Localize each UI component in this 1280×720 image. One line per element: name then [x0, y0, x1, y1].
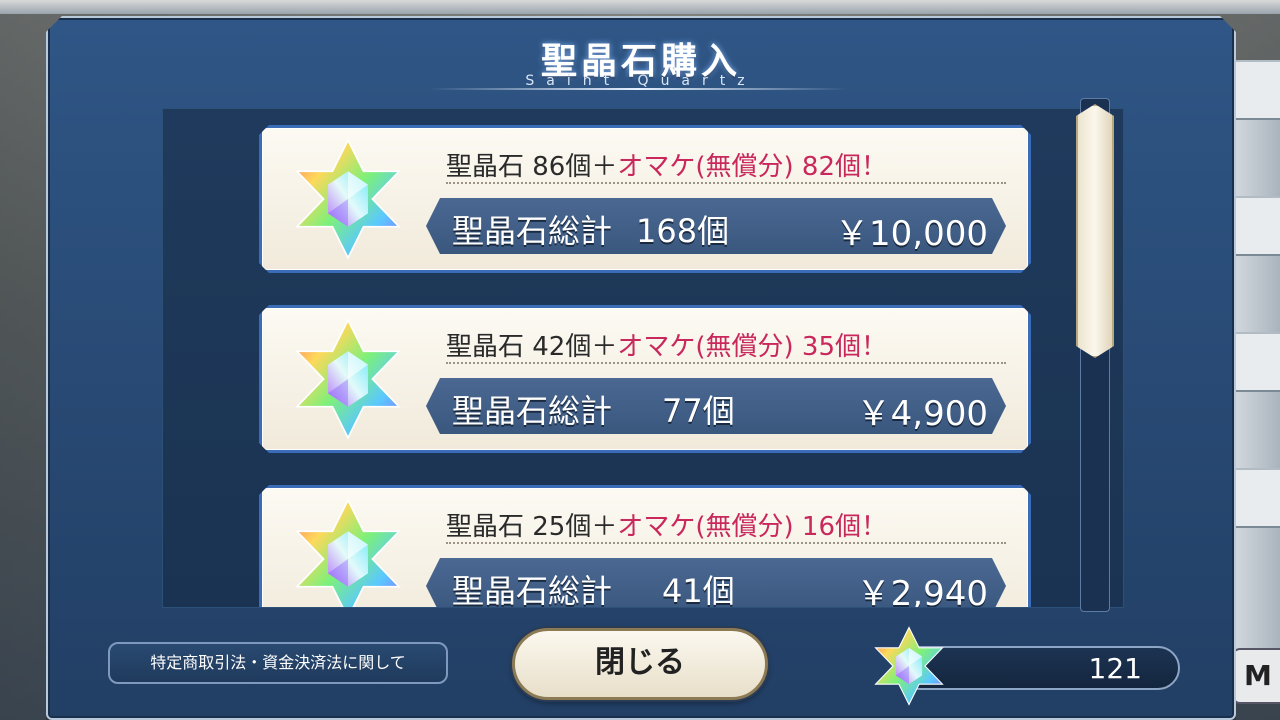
total-bar: 聖晶石総計 41個 ￥2,940	[426, 558, 1006, 608]
price: ￥10,000	[835, 214, 988, 254]
total-bar: 聖晶石総計 168個 ￥10,000	[426, 198, 1006, 254]
total-label: 聖晶石総計	[452, 572, 613, 608]
total-count: 168個	[636, 212, 730, 250]
product-card-77[interactable]: 聖晶石 42個＋オマケ(無償分) 35個！ 聖晶石総計 77個 ￥4,900	[259, 305, 1031, 453]
bonus-count: 16個！	[793, 512, 888, 542]
product-list[interactable]: 聖晶石 86個＋オマケ(無償分) 82個！ 聖晶石総計 168個 ￥10,000…	[162, 108, 1124, 608]
quartz-balance-value: 121	[1088, 652, 1142, 685]
bonus-label: オマケ(無償分)	[617, 152, 794, 182]
total-count: 41個	[662, 572, 735, 608]
background-top-bar	[0, 0, 1280, 14]
bonus-label: オマケ(無償分)	[617, 512, 794, 542]
product-card-41[interactable]: 聖晶石 25個＋オマケ(無償分) 16個！ 聖晶石総計 41個 ￥2,940	[259, 485, 1031, 608]
legal-info-button[interactable]: 特定商取引法・資金決済法に関して	[108, 642, 448, 684]
total-label: 聖晶石総計	[452, 212, 613, 250]
base-count: 聖晶石 25個＋	[446, 512, 618, 542]
product-breakdown: 聖晶石 42個＋オマケ(無償分) 35個！	[446, 326, 1006, 364]
price: ￥2,940	[856, 574, 988, 608]
scrollbar-thumb[interactable]	[1076, 104, 1114, 358]
saint-quartz-icon	[290, 318, 406, 440]
bonus-count: 82個！	[793, 152, 888, 182]
background-menu-button: M	[1232, 648, 1280, 704]
saint-quartz-icon	[290, 498, 406, 608]
base-count: 聖晶石 86個＋	[446, 152, 618, 182]
dialog-subtitle: Saint Quartz	[525, 73, 757, 89]
product-breakdown: 聖晶石 86個＋オマケ(無償分) 82個！	[446, 146, 1006, 184]
base-count: 聖晶石 42個＋	[446, 332, 618, 362]
saint-quartz-icon	[870, 626, 948, 706]
bonus-count: 35個！	[793, 332, 888, 362]
saint-quartz-icon	[290, 138, 406, 260]
total-label: 聖晶石総計	[452, 392, 613, 430]
purchase-dialog: 聖晶石購入 Saint Quartz 聖晶石 86個＋オマケ(無償分) 82個！…	[46, 16, 1236, 720]
close-button[interactable]: 閉じる	[512, 628, 768, 700]
total-bar: 聖晶石総計 77個 ￥4,900	[426, 378, 1006, 434]
product-breakdown: 聖晶石 25個＋オマケ(無償分) 16個！	[446, 506, 1006, 544]
product-card-168[interactable]: 聖晶石 86個＋オマケ(無償分) 82個！ 聖晶石総計 168個 ￥10,000	[259, 125, 1031, 273]
price: ￥4,900	[856, 394, 988, 434]
bonus-label: オマケ(無償分)	[617, 332, 794, 362]
total-count: 77個	[662, 392, 735, 430]
